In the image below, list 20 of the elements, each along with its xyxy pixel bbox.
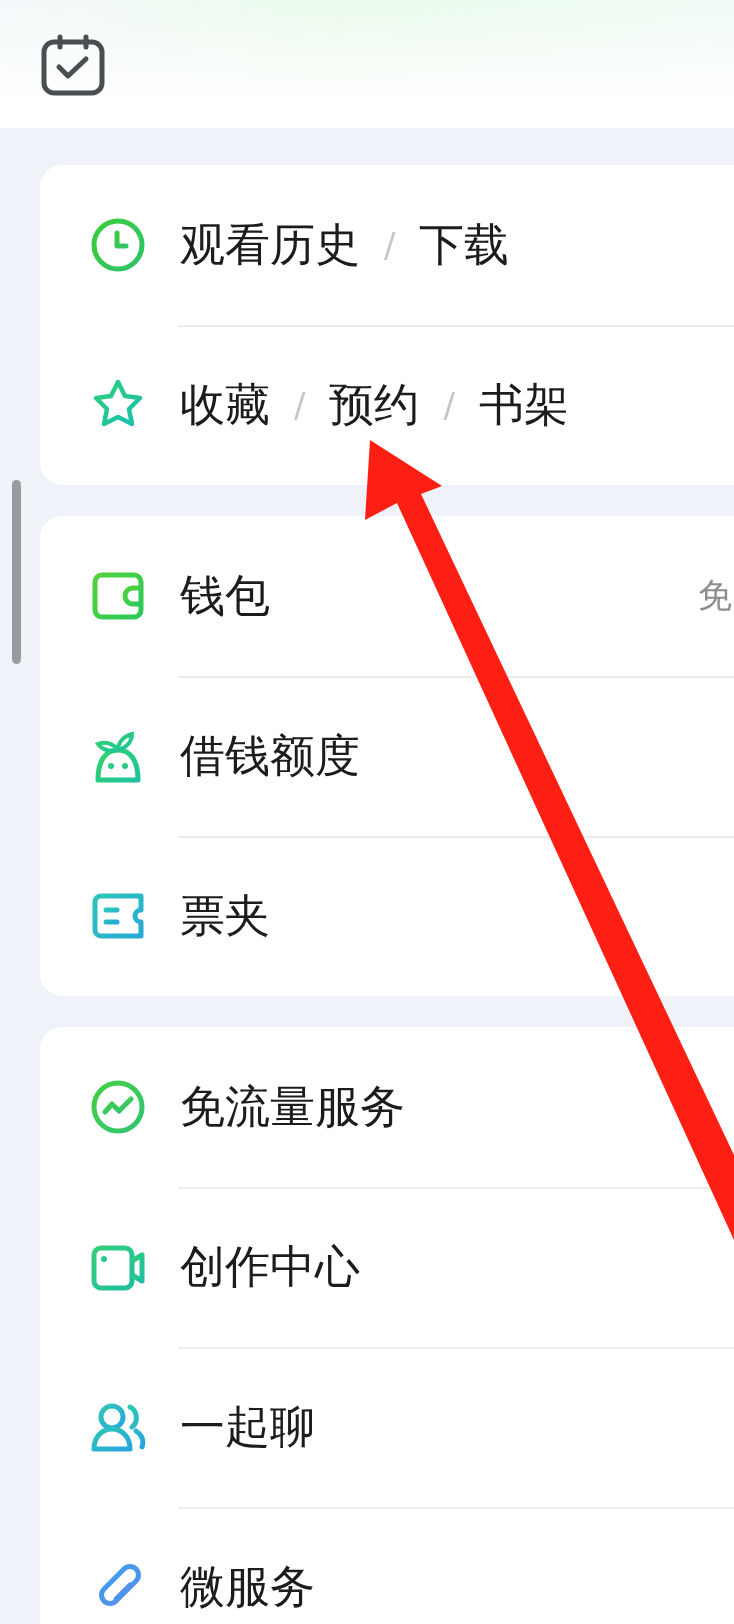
calendar-check-icon[interactable] (41, 34, 105, 96)
menu-item-label[interactable]: 免流量服务 (180, 1077, 405, 1137)
menu-item-label[interactable]: 收藏 (180, 375, 270, 435)
menu-item-label[interactable]: 借钱额度 (180, 726, 360, 786)
menu-item-label[interactable]: 钱包 (180, 566, 270, 626)
menu-item-label[interactable]: 观看历史 (180, 215, 360, 275)
clock-icon (90, 217, 146, 273)
trailing-text: 免 (698, 574, 732, 617)
separator-slash: / (384, 225, 396, 265)
menu-item-label[interactable]: 微服务 (180, 1557, 315, 1617)
menu-item-label[interactable]: 票夹 (180, 886, 270, 946)
separator-slash: / (443, 385, 455, 425)
menu-item-label[interactable]: 预约 (329, 375, 420, 435)
menu-item-label[interactable]: 创作中心 (180, 1237, 360, 1297)
menu-item-label[interactable]: 书架 (478, 375, 569, 435)
trend-icon (90, 1079, 146, 1135)
scrollbar[interactable] (12, 480, 21, 664)
separator-slash: / (294, 385, 306, 425)
menu-item-label[interactable]: 一起聊 (180, 1397, 315, 1457)
menu-item-label[interactable]: 下载 (419, 215, 510, 275)
